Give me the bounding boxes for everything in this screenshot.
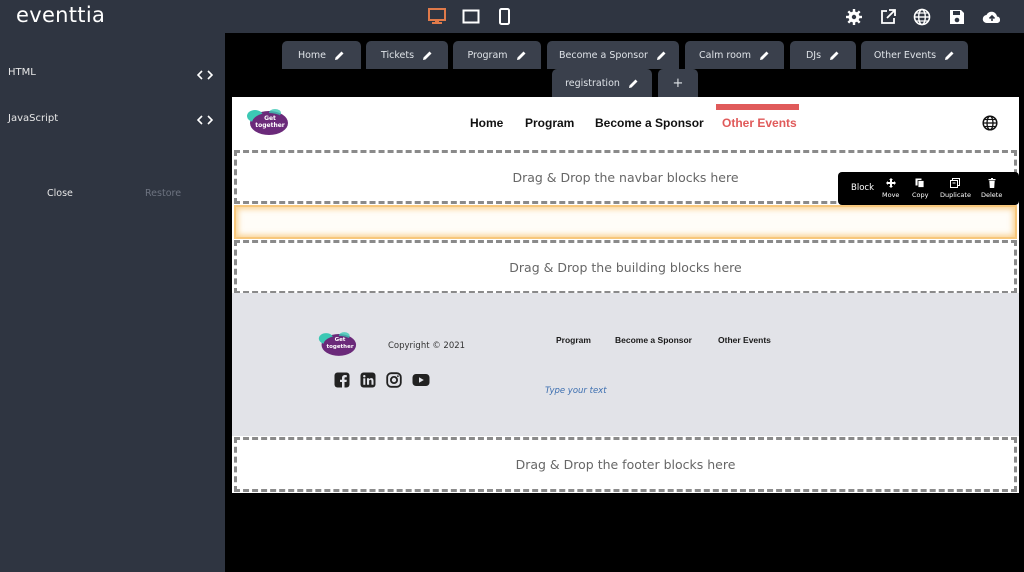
linkedin-icon[interactable] [360, 372, 376, 388]
duplicate-icon [950, 178, 961, 188]
site-navbar: Get together Home Program Become a Spons… [232, 97, 1019, 149]
footer-link-program[interactable]: Program [556, 335, 591, 345]
facebook-icon[interactable] [334, 372, 350, 388]
tab-label: DJs [805, 49, 822, 61]
mobile-icon[interactable] [498, 8, 516, 25]
tab-label: Home [297, 49, 327, 61]
code-sidebar: HTML JavaScript Close Restore [0, 33, 225, 572]
pencil-icon[interactable] [516, 50, 527, 61]
html-label[interactable]: HTML [8, 67, 36, 78]
code-toggle-icon[interactable] [196, 68, 214, 80]
tab-other-events[interactable]: Other Events [861, 41, 968, 69]
javascript-label[interactable]: JavaScript [8, 113, 58, 124]
copy-icon [915, 178, 925, 188]
footer-logo[interactable]: Get together [317, 330, 357, 358]
tab-become-a-sponsor[interactable]: Become a Sponsor [547, 41, 679, 69]
tab-label: Calm room [699, 49, 751, 61]
footer-link-other-events[interactable]: Other Events [718, 335, 771, 345]
selected-block[interactable] [234, 205, 1017, 239]
pencil-icon[interactable] [944, 50, 955, 61]
cloud-upload-icon[interactable] [982, 8, 1002, 26]
duplicate-button[interactable]: Duplicate [940, 178, 971, 199]
footer-link-become-a-sponsor[interactable]: Become a Sponsor [615, 335, 692, 345]
tab-label: Tickets [380, 49, 415, 61]
tab-program[interactable]: Program [453, 41, 541, 69]
move-button[interactable]: Move [882, 178, 899, 199]
move-icon [885, 178, 896, 188]
add-tab-button[interactable]: + [658, 69, 698, 97]
block-toolbar: Block Move Copy Duplicate Delete [838, 172, 1019, 205]
site-footer: Get together Copyright © 2021 Program Be… [232, 293, 1019, 436]
tab-label: Program [467, 49, 508, 61]
pencil-icon[interactable] [334, 50, 345, 61]
building-dropzone[interactable]: Drag & Drop the building blocks here [234, 240, 1017, 294]
tablet-icon[interactable] [462, 8, 480, 25]
copyright-text: Copyright © 2021 [388, 341, 466, 351]
tab-home[interactable]: Home [282, 41, 361, 69]
active-nav-indicator [716, 104, 799, 110]
copy-button[interactable]: Copy [912, 178, 929, 199]
code-toggle-icon[interactable] [196, 113, 214, 125]
pencil-icon[interactable] [759, 50, 770, 61]
pencil-icon[interactable] [656, 50, 667, 61]
trash-icon [988, 178, 996, 188]
editor-canvas: Get together Home Program Become a Spons… [232, 97, 1019, 493]
tab-djs[interactable]: DJs [790, 41, 856, 69]
close-button[interactable]: Close [47, 188, 73, 199]
delete-button[interactable]: Delete [981, 178, 1002, 199]
tab-label: registration [565, 77, 620, 89]
save-icon[interactable] [948, 8, 966, 26]
pencil-icon[interactable] [628, 78, 639, 89]
nav-other-events[interactable]: Other Events [722, 116, 797, 130]
instagram-icon[interactable] [386, 372, 402, 388]
globe-icon[interactable] [982, 115, 998, 131]
restore-button[interactable]: Restore [145, 188, 181, 199]
youtube-icon[interactable] [412, 372, 430, 388]
nav-become-a-sponsor[interactable]: Become a Sponsor [595, 116, 704, 130]
logo-text: Get together [326, 337, 354, 350]
tab-calm-room[interactable]: Calm room [685, 41, 784, 69]
pencil-icon[interactable] [829, 50, 840, 61]
editable-text-placeholder[interactable]: Type your text [545, 386, 607, 396]
gear-icon[interactable] [845, 8, 863, 26]
tab-label: Other Events [873, 49, 937, 61]
tab-tickets[interactable]: Tickets [366, 41, 448, 69]
toolbar-title: Block [851, 183, 874, 193]
nav-home[interactable]: Home [470, 116, 503, 130]
pencil-icon[interactable] [422, 50, 433, 61]
globe-icon[interactable] [913, 8, 931, 26]
footer-dropzone[interactable]: Drag & Drop the footer blocks here [234, 437, 1017, 492]
top-bar: eventtia [0, 0, 1024, 33]
tab-label: Become a Sponsor [559, 49, 648, 61]
eventtia-logo: eventtia [16, 3, 106, 27]
nav-program[interactable]: Program [525, 116, 574, 130]
tab-registration[interactable]: registration [552, 69, 652, 97]
get-together-logo[interactable]: Get together [245, 107, 289, 137]
desktop-icon[interactable] [428, 8, 446, 25]
logo-text: Get together [255, 115, 285, 129]
open-external-icon[interactable] [879, 8, 897, 26]
